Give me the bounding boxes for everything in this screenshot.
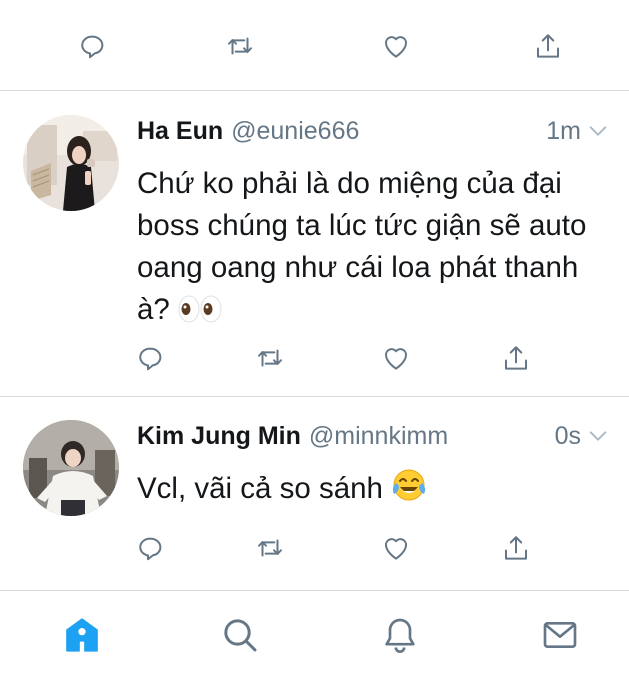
display-name[interactable]: Ha Eun xyxy=(137,117,223,146)
tweet-text-content: Vcl, vãi cả so sánh xyxy=(137,472,383,505)
divider xyxy=(0,90,629,91)
display-name[interactable]: Kim Jung Min xyxy=(137,422,301,451)
share-icon[interactable] xyxy=(528,26,568,66)
share-icon[interactable] xyxy=(496,338,536,378)
like-icon[interactable] xyxy=(376,528,416,568)
like-icon[interactable] xyxy=(376,338,416,378)
chevron-down-icon[interactable] xyxy=(587,120,609,142)
tweet-text: Vcl, vãi cả so sánh xyxy=(137,468,611,514)
tweet-header: Kim Jung Min @minnkimm 0s xyxy=(137,418,609,454)
search-icon[interactable] xyxy=(218,613,262,657)
eyes-emoji xyxy=(178,293,222,335)
tweet-card[interactable]: Ha Eun @eunie666 1m Chứ ko phải là do mi… xyxy=(0,113,629,383)
tweet-actions xyxy=(0,338,629,378)
tweet-card[interactable]: Kim Jung Min @minnkimm 0s Vcl, vãi cả so… xyxy=(0,418,629,588)
tweet-actions xyxy=(0,528,629,568)
tweet-text: Chứ ko phải là do miệng của đại boss chú… xyxy=(137,163,611,335)
messages-icon[interactable] xyxy=(538,613,582,657)
home-icon[interactable] xyxy=(60,613,104,657)
reply-icon[interactable] xyxy=(130,528,170,568)
tweet-actions-top xyxy=(0,26,629,66)
divider xyxy=(0,396,629,397)
avatar[interactable] xyxy=(23,115,119,211)
share-icon[interactable] xyxy=(496,528,536,568)
retweet-icon[interactable] xyxy=(250,338,290,378)
like-icon[interactable] xyxy=(376,26,416,66)
avatar[interactable] xyxy=(23,420,119,516)
bottom-tab-bar xyxy=(0,590,629,676)
username[interactable]: @eunie666 xyxy=(231,117,359,146)
retweet-icon[interactable] xyxy=(220,26,260,66)
timestamp[interactable]: 1m xyxy=(546,117,581,146)
username[interactable]: @minnkimm xyxy=(309,422,448,451)
chevron-down-icon[interactable] xyxy=(587,425,609,447)
reply-icon[interactable] xyxy=(72,26,112,66)
tears-of-joy-emoji xyxy=(391,468,427,514)
reply-icon[interactable] xyxy=(130,338,170,378)
retweet-icon[interactable] xyxy=(250,528,290,568)
tweet-header: Ha Eun @eunie666 1m xyxy=(137,113,609,149)
timestamp[interactable]: 0s xyxy=(555,422,581,451)
notifications-icon[interactable] xyxy=(378,613,422,657)
